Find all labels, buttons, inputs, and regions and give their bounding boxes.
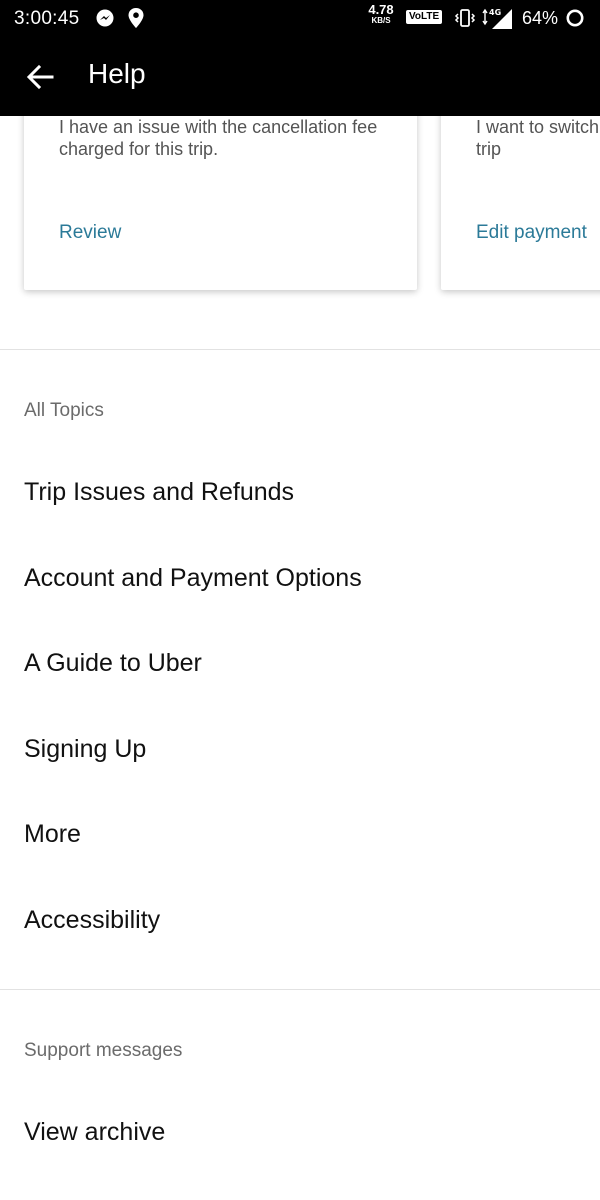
signal-icon: 4G	[482, 8, 512, 29]
support-messages-header: Support messages	[24, 1040, 183, 1061]
back-arrow-icon[interactable]	[22, 59, 58, 95]
messenger-icon	[96, 9, 114, 27]
all-topics-header: All Topics	[24, 400, 104, 421]
status-time: 3:00:45	[14, 8, 80, 29]
card-text: I want to switch payment method for this…	[476, 117, 600, 159]
app-toolbar: Help	[0, 38, 600, 116]
location-icon	[128, 8, 144, 28]
edit-payment-button[interactable]: Edit payment	[476, 222, 587, 244]
topic-signing-up[interactable]: Signing Up	[24, 735, 146, 764]
topic-accessibility[interactable]: Accessibility	[24, 906, 160, 935]
divider	[0, 989, 600, 990]
card-text: I have an issue with the cancellation fe…	[59, 117, 378, 159]
network-speed: 4.78 KB/S	[368, 2, 394, 25]
view-archive-item[interactable]: View archive	[24, 1118, 165, 1147]
battery-ring-icon	[566, 9, 584, 27]
battery-percent: 64%	[522, 8, 559, 28]
status-bar: 3:00:45 4.78 KB/S VoLTE 4G 64%	[0, 0, 600, 38]
network-type-label: 4G	[489, 8, 501, 17]
suggestion-card-payment[interactable]: I want to switch payment method for this…	[441, 116, 600, 290]
topic-trip-issues[interactable]: Trip Issues and Refunds	[24, 478, 294, 507]
topic-guide-to-uber[interactable]: A Guide to Uber	[24, 649, 202, 678]
volte-badge: VoLTE	[406, 10, 443, 24]
vibrate-icon	[454, 9, 476, 27]
suggestion-card-cancellation[interactable]: I have an issue with the cancellation fe…	[24, 116, 417, 290]
topic-more[interactable]: More	[24, 820, 81, 849]
page-title: Help	[88, 58, 146, 89]
divider	[0, 349, 600, 350]
topic-account-payment[interactable]: Account and Payment Options	[24, 564, 362, 593]
suggestion-cards: I have an issue with the cancellation fe…	[0, 116, 600, 350]
review-button[interactable]: Review	[59, 222, 121, 244]
